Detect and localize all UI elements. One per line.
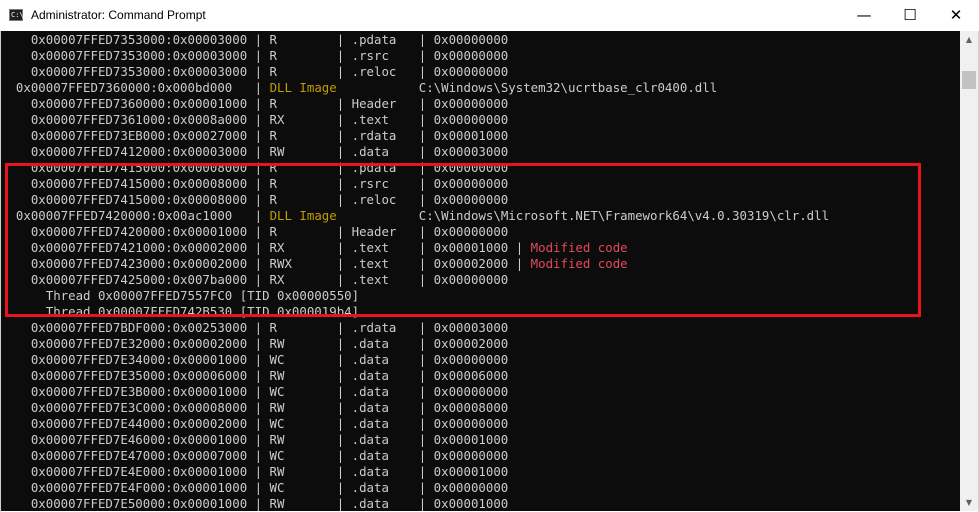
console-text: 0x00007FFED7421000:0x00002000 | RX | .te… xyxy=(1,240,531,255)
console-line: 0x00007FFED7E3B000:0x00001000 | WC | .da… xyxy=(1,384,508,400)
console-line: 0x00007FFED7353000:0x00003000 | R | .rsr… xyxy=(1,48,508,64)
console-text: 0x00007FFED7423000:0x00002000 | RWX | .t… xyxy=(1,256,531,271)
console-text: 0x00007FFED73EB000:0x00027000 | R | .rda… xyxy=(1,128,509,143)
console-output[interactable]: 0x00007FFED7353000:0x00003000 | R | .pda… xyxy=(1,31,960,511)
console-line: 0x00007FFED7E3C000:0x00008000 | RW | .da… xyxy=(1,400,508,416)
console-line: 0x00007FFED7425000:0x007ba000 | RX | .te… xyxy=(1,272,508,288)
console-line: Thread 0x00007FFED7557FC0 [TID 0x0000055… xyxy=(1,288,359,304)
console-line: 0x00007FFED7E46000:0x00001000 | RW | .da… xyxy=(1,432,508,448)
console-line: 0x00007FFED7360000:0x000bd000 | DLL Imag… xyxy=(1,80,717,96)
console-line: 0x00007FFED7415000:0x00008000 | R | .rel… xyxy=(1,192,508,208)
console-text: 0x00007FFED7353000:0x00003000 | R | .rsr… xyxy=(1,48,509,63)
console-line: 0x00007FFED7415000:0x00008000 | R | .rsr… xyxy=(1,176,508,192)
console-line: 0x00007FFED7421000:0x00002000 | RX | .te… xyxy=(1,240,628,256)
icon-glyph: C:\ xyxy=(11,11,24,19)
console-text: C:\Windows\Microsoft.NET\Framework64\v4.… xyxy=(336,208,830,223)
console-line: 0x00007FFED7BDF000:0x00253000 | R | .rda… xyxy=(1,320,508,336)
console-text: 0x00007FFED7412000:0x00003000 | RW | .da… xyxy=(1,144,509,159)
console-line: 0x00007FFED7E34000:0x00001000 | WC | .da… xyxy=(1,352,508,368)
console-text: 0x00007FFED7E4F000:0x00001000 | WC | .da… xyxy=(1,480,509,495)
dll-image-label: DLL Image xyxy=(269,208,337,223)
console-text: 0x00007FFED7E50000:0x00001000 | RW | .da… xyxy=(1,496,509,511)
console-text: 0x00007FFED7415000:0x00008000 | R | .rsr… xyxy=(1,176,509,191)
console-line: 0x00007FFED7415000:0x00008000 | R | .pda… xyxy=(1,160,508,176)
console-line: 0x00007FFED7353000:0x00003000 | R | .pda… xyxy=(1,32,508,48)
scrollbar-thumb[interactable] xyxy=(962,71,976,89)
close-button[interactable]: ✕ xyxy=(933,0,979,31)
console-line: 0x00007FFED7353000:0x00003000 | R | .rel… xyxy=(1,64,508,80)
console-line: 0x00007FFED7423000:0x00002000 | RWX | .t… xyxy=(1,256,628,272)
console-text: 0x00007FFED7BDF000:0x00253000 | R | .rda… xyxy=(1,320,509,335)
console-line: 0x00007FFED7E32000:0x00002000 | RW | .da… xyxy=(1,336,508,352)
modified-code-label: Modified code xyxy=(530,256,628,271)
modified-code-label: Modified code xyxy=(530,240,628,255)
vertical-scrollbar[interactable]: ▲ ▼ xyxy=(960,31,978,511)
console-text: C:\Windows\System32\ucrtbase_clr0400.dll xyxy=(336,80,718,95)
console-line: 0x00007FFED7E44000:0x00002000 | WC | .da… xyxy=(1,416,508,432)
console-text: 0x00007FFED7E47000:0x00007000 | WC | .da… xyxy=(1,448,509,463)
console-text: 0x00007FFED7425000:0x007ba000 | RX | .te… xyxy=(1,272,509,287)
console-text: 0x00007FFED7E3C000:0x00008000 | RW | .da… xyxy=(1,400,509,415)
console-line: Thread 0x00007FFED742B530 [TID 0x000019b… xyxy=(1,304,359,320)
console-text: Thread 0x00007FFED7557FC0 [TID 0x0000055… xyxy=(1,288,360,303)
console-line: 0x00007FFED7412000:0x00003000 | RW | .da… xyxy=(1,144,508,160)
console-line: 0x00007FFED7360000:0x00001000 | R | Head… xyxy=(1,96,508,112)
scroll-down-arrow-icon[interactable]: ▼ xyxy=(960,494,978,511)
maximize-button[interactable]: ☐ xyxy=(887,0,933,31)
dll-image-label: DLL Image xyxy=(269,80,337,95)
command-prompt-icon[interactable]: C:\ xyxy=(9,9,24,21)
console-line: 0x00007FFED7E47000:0x00007000 | WC | .da… xyxy=(1,448,508,464)
console-text: 0x00007FFED7361000:0x0008a000 | RX | .te… xyxy=(1,112,509,127)
console-text: 0x00007FFED7353000:0x00003000 | R | .pda… xyxy=(1,32,509,47)
console-line: 0x00007FFED7E4F000:0x00001000 | WC | .da… xyxy=(1,480,508,496)
console-text: 0x00007FFED7360000:0x000bd000 | xyxy=(1,80,270,95)
console-text: 0x00007FFED7415000:0x00008000 | R | .pda… xyxy=(1,160,509,175)
console-text: 0x00007FFED7420000:0x00001000 | R | Head… xyxy=(1,224,509,239)
console-line: 0x00007FFED7420000:0x00ac1000 | DLL Imag… xyxy=(1,208,829,224)
title-bar[interactable]: C:\ Administrator: Command Prompt — ☐ ✕ xyxy=(0,0,979,31)
console-line: 0x00007FFED7420000:0x00001000 | R | Head… xyxy=(1,224,508,240)
console-text: 0x00007FFED7420000:0x00ac1000 | xyxy=(1,208,270,223)
console-text: 0x00007FFED7E4E000:0x00001000 | RW | .da… xyxy=(1,464,509,479)
console-text: 0x00007FFED7360000:0x00001000 | R | Head… xyxy=(1,96,509,111)
console-line: 0x00007FFED73EB000:0x00027000 | R | .rda… xyxy=(1,128,508,144)
console-text: 0x00007FFED7E35000:0x00006000 | RW | .da… xyxy=(1,368,509,383)
console-text: 0x00007FFED7E46000:0x00001000 | RW | .da… xyxy=(1,432,509,447)
console-line: 0x00007FFED7361000:0x0008a000 | RX | .te… xyxy=(1,112,508,128)
window-title: Administrator: Command Prompt xyxy=(31,8,206,22)
console-text: 0x00007FFED7E44000:0x00002000 | WC | .da… xyxy=(1,416,509,431)
console-text: 0x00007FFED7E32000:0x00002000 | RW | .da… xyxy=(1,336,509,351)
minimize-button[interactable]: — xyxy=(841,0,887,31)
console-line: 0x00007FFED7E35000:0x00006000 | RW | .da… xyxy=(1,368,508,384)
console-text: 0x00007FFED7353000:0x00003000 | R | .rel… xyxy=(1,64,509,79)
console-line: 0x00007FFED7E50000:0x00001000 | RW | .da… xyxy=(1,496,508,511)
console-text: Thread 0x00007FFED742B530 [TID 0x000019b… xyxy=(1,304,360,319)
console-text: 0x00007FFED7E3B000:0x00001000 | WC | .da… xyxy=(1,384,509,399)
console-line: 0x00007FFED7E4E000:0x00001000 | RW | .da… xyxy=(1,464,508,480)
scroll-up-arrow-icon[interactable]: ▲ xyxy=(960,31,978,48)
console-text: 0x00007FFED7E34000:0x00001000 | WC | .da… xyxy=(1,352,509,367)
console-text: 0x00007FFED7415000:0x00008000 | R | .rel… xyxy=(1,192,509,207)
